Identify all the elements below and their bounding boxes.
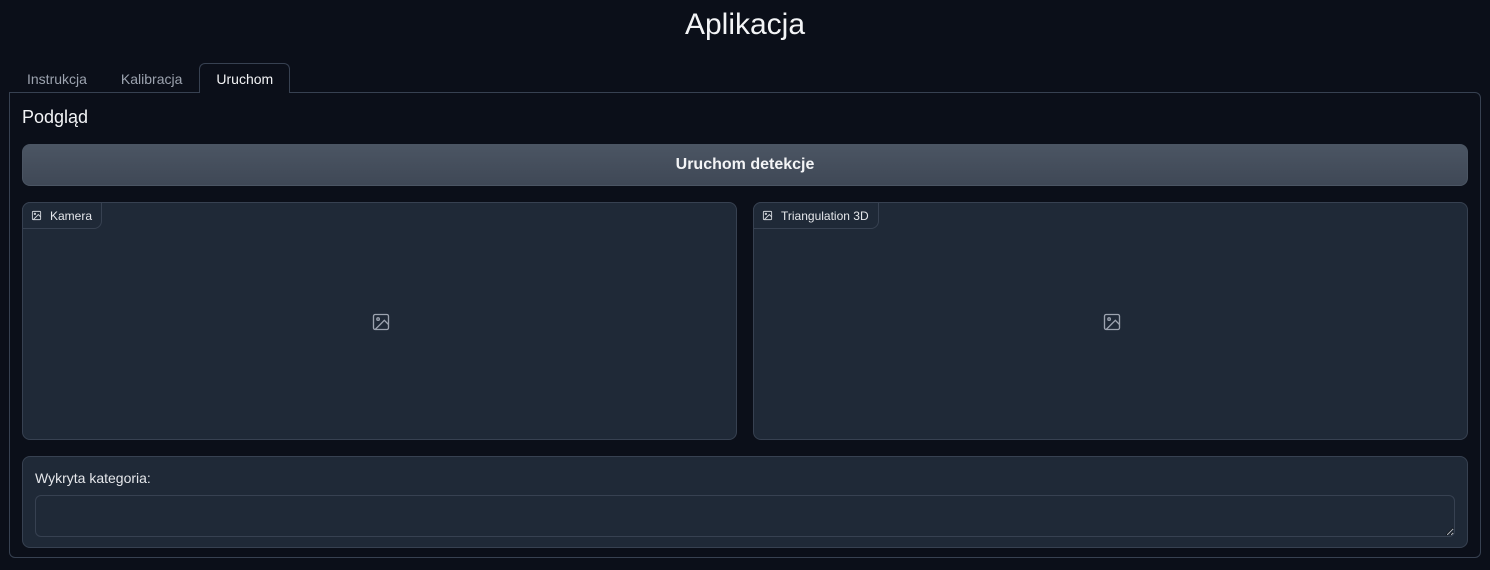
image-icon <box>762 210 773 221</box>
app-title: Aplikacja <box>684 8 806 41</box>
image-placeholder-icon <box>372 313 390 331</box>
tab-kalibracja[interactable]: Kalibracja <box>104 63 199 93</box>
detected-category-field[interactable] <box>35 495 1455 537</box>
section-title: Podgląd <box>22 107 89 127</box>
tab-instrukcja[interactable]: Instrukcja <box>10 63 104 93</box>
image-icon <box>31 210 42 221</box>
tab-panel-uruchom: Podgląd Uruchom detekcje Kamera Triangul… <box>9 92 1481 558</box>
tab-bar: Instrukcja Kalibracja Uruchom <box>10 63 291 94</box>
camera-image-box[interactable]: Kamera <box>22 202 737 440</box>
run-detection-button[interactable]: Uruchom detekcje <box>22 144 1468 186</box>
triangulation-image-label: Triangulation 3D <box>753 202 879 229</box>
triangulation-image-box[interactable]: Triangulation 3D <box>753 202 1468 440</box>
image-placeholder-icon <box>1103 313 1121 331</box>
detected-category-label: Wykryta kategoria: <box>35 470 151 486</box>
camera-label-text: Kamera <box>50 208 93 223</box>
camera-image-label: Kamera <box>22 202 103 229</box>
tab-uruchom[interactable]: Uruchom <box>199 63 291 94</box>
detected-category-block: Wykryta kategoria: <box>22 456 1468 548</box>
triangulation-label-text: Triangulation 3D <box>781 208 869 223</box>
